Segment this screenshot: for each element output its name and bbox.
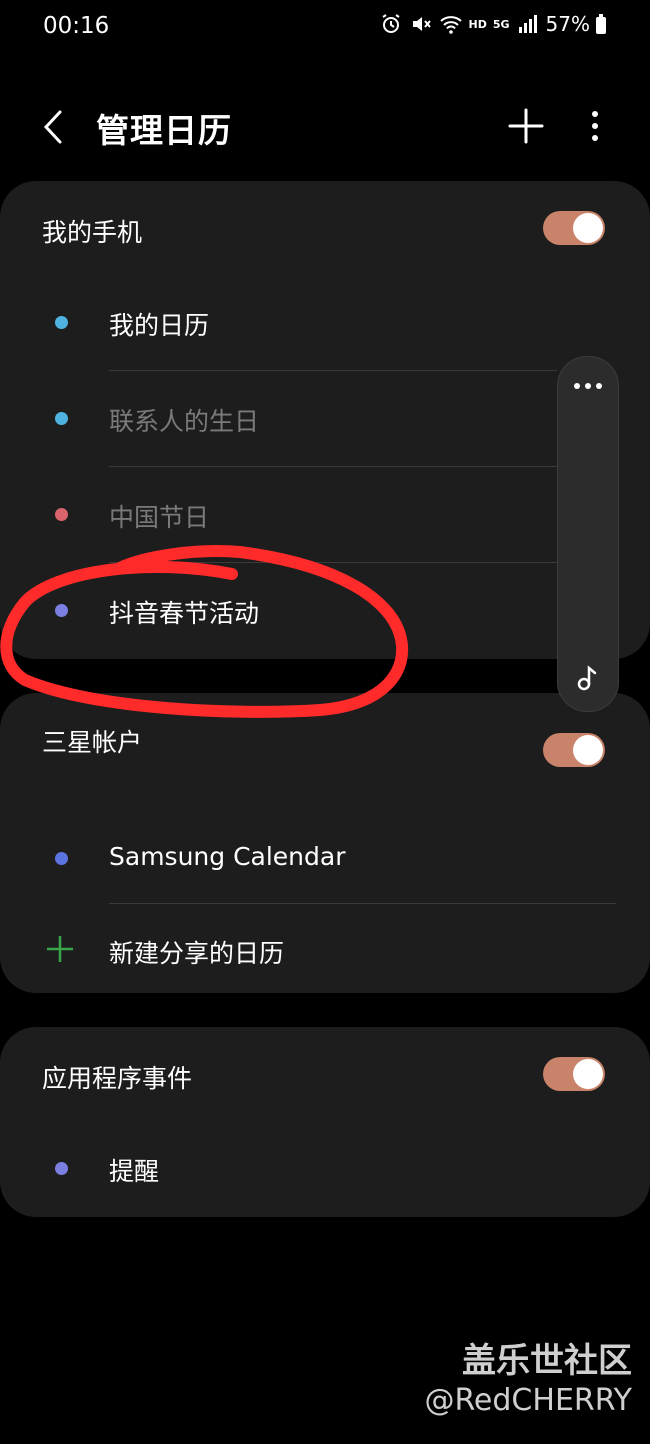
app-events-title: 应用程序事件 [42, 1064, 193, 1093]
calendar-row-contact-birthdays[interactable]: 联系人的生日 [0, 371, 650, 467]
calendar-row-samsung-calendar[interactable]: Samsung Calendar [0, 811, 650, 907]
more-options-button[interactable] [578, 102, 612, 150]
floating-scroll-handle[interactable] [557, 356, 619, 712]
calendar-color-dot [55, 1162, 68, 1175]
calendar-label: 中国节日 [109, 503, 210, 532]
toggle-knob [573, 1059, 603, 1089]
calendar-color-dot [55, 316, 68, 329]
calendar-row-reminders[interactable]: 提醒 [0, 1121, 650, 1217]
new-shared-calendar-button[interactable]: 新建分享的日历 [0, 903, 650, 999]
my-phone-toggle[interactable] [543, 211, 605, 245]
samsung-account-card: 三星帐户 Samsung Calendar 新建分享的日历 [0, 693, 650, 993]
calendar-color-dot [55, 508, 68, 521]
toggle-knob [573, 735, 603, 765]
network-label: HD [468, 17, 487, 31]
calendar-label: 联系人的生日 [109, 407, 260, 436]
wifi-icon [439, 16, 462, 34]
calendar-color-dot [55, 852, 68, 865]
red-annotation-circle [0, 545, 409, 718]
watermark-title: 盖乐世社区 [462, 1341, 632, 1381]
status-bar: 00:16 HD 5G 57% [0, 0, 650, 56]
calendar-color-dot [55, 412, 68, 425]
app-events-card: 应用程序事件 提醒 [0, 1027, 650, 1217]
mute-icon [412, 17, 431, 31]
signal-icon [518, 15, 537, 33]
app-header: 管理日历 [0, 90, 650, 164]
back-button[interactable] [34, 102, 74, 152]
alarm-icon [381, 14, 400, 33]
more-horizontal-icon[interactable] [571, 377, 605, 395]
calendar-label: Samsung Calendar [109, 842, 346, 871]
battery-percent: 57% [545, 12, 590, 36]
music-note-icon[interactable] [571, 661, 605, 695]
app-events-toggle[interactable] [543, 1057, 605, 1091]
status-time: 00:16 [43, 13, 110, 39]
status-icons: HD 5G 57% [379, 12, 606, 36]
my-phone-title: 我的手机 [42, 218, 143, 247]
page-title: 管理日历 [96, 111, 232, 150]
new-shared-calendar-label: 新建分享的日历 [109, 939, 285, 968]
battery-icon [596, 14, 606, 34]
plus-icon [47, 936, 73, 962]
samsung-account-toggle[interactable] [543, 733, 605, 767]
watermark-handle: @RedCHERRY [424, 1383, 632, 1418]
calendar-label: 提醒 [109, 1157, 160, 1186]
signal-label: 5G [492, 17, 510, 31]
toggle-knob [573, 213, 603, 243]
calendar-row-my-calendar[interactable]: 我的日历 [0, 275, 650, 371]
calendar-label: 我的日历 [109, 311, 210, 340]
add-button[interactable] [502, 102, 550, 150]
